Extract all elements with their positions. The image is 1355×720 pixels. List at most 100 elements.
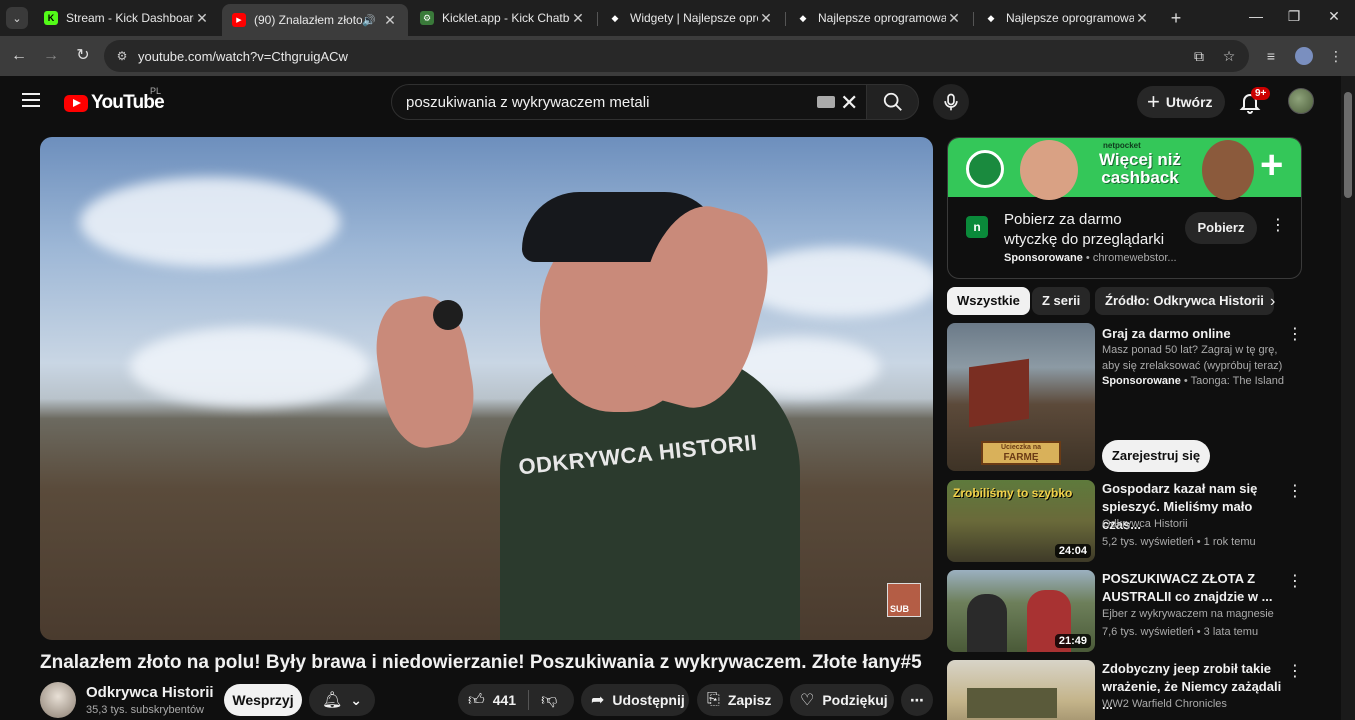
support-button[interactable]: Wesprzyj — [224, 684, 302, 716]
video-player[interactable]: ODKRYWCA HISTORII SUB — [40, 137, 933, 640]
more-horizontal-icon: ⋯ — [910, 691, 924, 708]
tab-najlepsze-1[interactable]: ◆ Najlepsze oprogramowanie ✕ — [786, 4, 972, 32]
video-thumbnail[interactable]: Ucieczka na FARMĘ — [947, 323, 1095, 471]
recommendation-item[interactable]: Zrobiliśmy to szybko 24:04 Gospodarz kaz… — [947, 480, 1307, 564]
clear-search-icon[interactable]: ✕ — [840, 90, 858, 116]
kick-icon: K — [44, 11, 58, 25]
address-bar[interactable]: ⚙ youtube.com/watch?v=CthgruigACw ⧉ ☆ — [104, 40, 1249, 72]
page-scrollbar-thumb[interactable] — [1344, 92, 1352, 198]
media-control-icon[interactable]: ≡ — [1260, 45, 1282, 67]
recommendation-channel[interactable]: WW2 Warfield Chronicles — [1102, 696, 1284, 712]
close-tab-icon[interactable]: ✕ — [194, 10, 210, 27]
thanks-button[interactable]: ♡ Podziękuj — [790, 684, 894, 716]
subscriber-count: 35,3 tys. subskrybentów — [86, 704, 205, 716]
hamburger-menu-icon[interactable] — [22, 93, 40, 107]
video-thumbnail[interactable]: 21:49 — [947, 570, 1095, 652]
notification-toggle-button[interactable]: 🔔︎ ⌄ — [309, 684, 375, 716]
forward-icon[interactable]: → — [40, 45, 62, 67]
close-tab-icon[interactable]: ✕ — [946, 10, 962, 27]
ad-person-image — [1202, 140, 1254, 200]
tab-title: Stream - Kick Dashboard — [66, 11, 194, 25]
video-duration: 21:49 — [1054, 634, 1091, 648]
browser-tabstrip: ⌄ K Stream - Kick Dashboard ✕ ▶ (90) Zna… — [0, 0, 1355, 36]
chip-source[interactable]: Źródło: Odkrywca Historii — [1095, 287, 1274, 315]
thumbnail-overlay-text: Zrobiliśmy to szybko — [953, 486, 1073, 500]
youtube-logo[interactable]: YouTube PL — [64, 86, 165, 114]
user-avatar[interactable] — [1288, 88, 1314, 114]
youtube-play-icon — [64, 94, 88, 112]
more-vertical-icon[interactable]: ⋮ — [1287, 574, 1303, 590]
reload-icon[interactable]: ↻ — [72, 45, 94, 67]
ad-download-button[interactable]: Pobierz — [1185, 212, 1257, 244]
tab-search-button[interactable]: ⌄ — [6, 7, 28, 29]
close-tab-icon[interactable]: ✕ — [570, 10, 586, 27]
barn-image — [969, 358, 1029, 428]
more-vertical-icon[interactable]: ⋮ — [1270, 218, 1286, 234]
search-input[interactable]: poszukiwania z wykrywaczem metali ✕ — [391, 84, 867, 120]
browser-menu-icon[interactable]: ⋮ — [1325, 45, 1347, 67]
recommendation-description: Masz ponad 50 lat? Zagraj w tę grę, aby … — [1102, 344, 1283, 372]
thumbs-up-icon[interactable]: 👍︎ — [468, 691, 485, 710]
restore-icon[interactable]: ❐ — [1284, 8, 1304, 25]
tab-youtube-video[interactable]: ▶ (90) Znalazłem złoto na 🔊 ✕ — [222, 4, 408, 36]
create-button[interactable]: + Utwórz — [1137, 86, 1225, 118]
more-vertical-icon[interactable]: ⋮ — [1287, 664, 1303, 680]
back-icon[interactable]: ← — [8, 45, 30, 67]
tab-title: Najlepsze oprogramowanie — [818, 11, 946, 25]
more-vertical-icon[interactable]: ⋮ — [1287, 327, 1303, 343]
recommendation-sponsored[interactable]: Ucieczka na FARMĘ Graj za darmo online M… — [947, 323, 1307, 473]
ad-text: Pobierz za darmo wtyczkę do przeglądarki — [1004, 211, 1165, 248]
search-button[interactable] — [866, 84, 919, 120]
channel-avatar[interactable] — [40, 682, 76, 718]
audio-icon[interactable]: 🔊 — [362, 14, 376, 27]
recommendation-title[interactable]: POSZUKIWACZ ZŁOTA Z AUSTRALII co znajdzi… — [1102, 570, 1284, 606]
ad-person-image — [1020, 140, 1078, 200]
tab-widgety[interactable]: ◆ Widgety | Najlepsze oprog ✕ — [598, 4, 784, 32]
sponsored-ad-card[interactable]: netpocket Więcej niż cashback + n Pobier… — [947, 137, 1302, 279]
chip-all[interactable]: Wszystkie — [947, 287, 1030, 315]
keyboard-icon[interactable] — [817, 96, 835, 108]
save-button[interactable]: ⎘ Zapisz — [697, 684, 783, 716]
more-vertical-icon[interactable]: ⋮ — [1287, 484, 1303, 500]
search-icon — [883, 92, 902, 111]
more-actions-button[interactable]: ⋯ — [901, 684, 933, 716]
like-count[interactable]: 441 — [493, 692, 516, 708]
tab-najlepsze-2[interactable]: ◆ Najlepsze oprogramowanie ✕ — [974, 4, 1160, 32]
minimize-icon[interactable]: — — [1246, 8, 1266, 24]
recommendation-channel[interactable]: Ejber z wykrywaczem na magnesie — [1102, 606, 1284, 622]
video-thumbnail[interactable] — [947, 660, 1095, 720]
chip-series[interactable]: Z serii — [1032, 287, 1091, 315]
close-tab-icon[interactable]: ✕ — [1134, 10, 1150, 27]
close-tab-icon[interactable]: ✕ — [382, 12, 398, 29]
register-button[interactable]: Zarejestruj się — [1102, 440, 1210, 472]
install-app-icon[interactable]: ⧉ — [1190, 48, 1208, 64]
recommendation-item[interactable]: Zdobyczny jeep zrobił takie wrażenie, że… — [947, 660, 1307, 720]
video-thumbnail[interactable]: Zrobiliśmy to szybko 24:04 — [947, 480, 1095, 562]
recommendation-stats: 5,2 tys. wyświetleń • 1 rok temu — [1102, 536, 1256, 548]
channel-name[interactable]: Odkrywca Historii — [86, 684, 214, 701]
profile-icon[interactable] — [1293, 45, 1315, 67]
site-info-icon[interactable]: ⚙ — [114, 48, 130, 64]
recommendation-sponsor: Sponsorowane • Taonga: The Island... — [1102, 375, 1284, 387]
subscribe-watermark[interactable]: SUB — [887, 583, 921, 617]
video-frame-left-hand — [367, 290, 483, 454]
recommendation-title[interactable]: Graj za darmo online — [1102, 325, 1284, 343]
voice-search-button[interactable] — [933, 84, 969, 120]
thumbs-down-icon[interactable]: 👎︎ — [541, 691, 557, 710]
recommendation-item[interactable]: 21:49 POSZUKIWACZ ZŁOTA Z AUSTRALII co z… — [947, 570, 1307, 654]
tab-kick-dashboard[interactable]: K Stream - Kick Dashboard ✕ — [34, 4, 220, 32]
video-frame-cloud — [80, 177, 340, 267]
new-tab-button[interactable]: + — [1166, 8, 1186, 29]
bookmark-icon: ⎘ — [707, 691, 720, 708]
recommendation-channel[interactable]: Odkrywca Historii — [1102, 516, 1284, 532]
divider — [528, 690, 530, 710]
kicklet-icon: ⚙ — [420, 11, 434, 25]
chevron-right-icon[interactable]: › — [1270, 293, 1275, 311]
close-window-icon[interactable]: ✕ — [1324, 8, 1344, 25]
share-button[interactable]: ➦ Udostępnij — [581, 684, 689, 716]
bookmark-star-icon[interactable]: ☆ — [1220, 48, 1238, 64]
video-frame-coin — [433, 300, 463, 330]
diamond-icon: ◆ — [799, 12, 807, 23]
close-tab-icon[interactable]: ✕ — [758, 10, 774, 27]
tab-kicklet[interactable]: ⚙ Kicklet.app - Kick Chatbot ✕ — [410, 4, 596, 32]
